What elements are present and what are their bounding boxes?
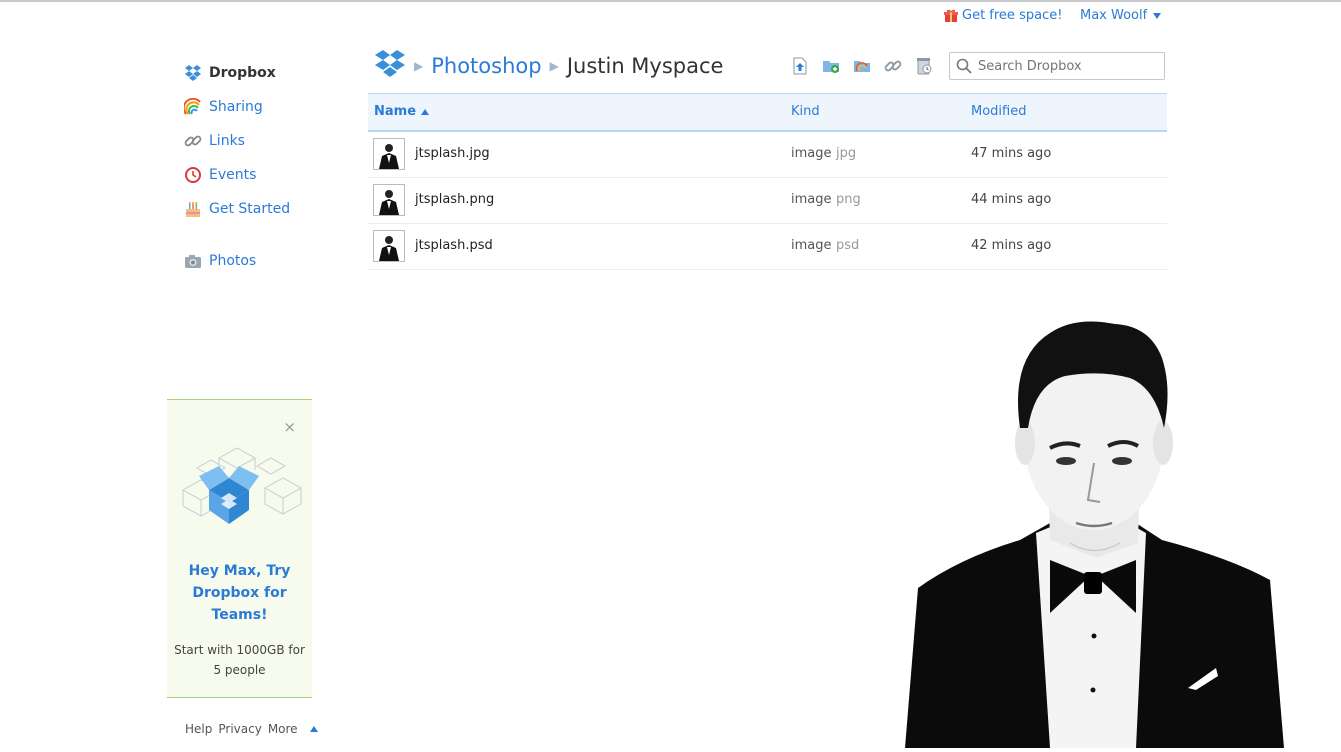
search-input[interactable] [976, 57, 1160, 75]
sidebar-item-label: Links [209, 133, 245, 149]
sidebar-item-label: Photos [209, 253, 257, 269]
search-box[interactable] [949, 52, 1165, 80]
sort-ascending-icon [421, 108, 430, 115]
file-extension: psd [836, 238, 860, 253]
sidebar: Dropbox Sharing Links Events Get Started… [182, 56, 334, 278]
file-thumbnail [373, 138, 405, 170]
get-link-icon[interactable] [884, 57, 902, 75]
shared-folder-icon[interactable] [853, 57, 871, 75]
table-header: Name Kind Modified [368, 93, 1167, 132]
breadcrumb-parent[interactable]: Photoshop [431, 54, 541, 78]
dropbox-boxes-illustration [179, 444, 303, 532]
teams-promo: × Hey Max, Try Dropbox for Teams! Start … [167, 399, 312, 698]
chevron-up-icon[interactable] [309, 726, 318, 732]
sidebar-item-links[interactable]: Links [184, 124, 334, 158]
sidebar-item-label: Get Started [209, 201, 291, 217]
sidebar-item-dropbox[interactable]: Dropbox [184, 56, 334, 90]
chevron-right-icon: ▶ [414, 59, 424, 73]
clock-icon [184, 166, 202, 184]
rainbow-icon [182, 97, 202, 116]
search-icon [956, 58, 972, 74]
cake-icon [184, 200, 202, 218]
file-modified: 47 mins ago [971, 146, 1052, 161]
column-header-kind[interactable]: Kind [791, 104, 820, 119]
column-header-name-label: Name [374, 104, 417, 119]
breadcrumb: ▶ Photoshop ▶ Justin Myspace [374, 50, 723, 82]
user-name: Max Woolf [1080, 8, 1148, 23]
gift-icon [944, 9, 958, 23]
file-name[interactable]: jtsplash.jpg [415, 146, 490, 161]
sidebar-item-label: Sharing [209, 99, 263, 115]
new-folder-icon[interactable] [822, 57, 840, 75]
promo-headline[interactable]: Hey Max, Try Dropbox for Teams! [177, 560, 302, 626]
file-name[interactable]: jtsplash.psd [415, 238, 493, 253]
file-modified: 44 mins ago [971, 192, 1052, 207]
file-kind: image [791, 192, 832, 207]
sidebar-item-events[interactable]: Events [184, 158, 334, 192]
column-header-modified[interactable]: Modified [971, 104, 1026, 119]
file-list: Name Kind Modified jtsplash.jpg image jp… [368, 93, 1167, 270]
file-name[interactable]: jtsplash.png [415, 192, 494, 207]
file-thumbnail [373, 230, 405, 262]
breadcrumb-current: Justin Myspace [566, 54, 724, 78]
chevron-right-icon: ▶ [549, 59, 559, 73]
table-row[interactable]: jtsplash.psd image psd 42 mins ago [368, 224, 1167, 270]
sidebar-item-get-started[interactable]: Get Started [184, 192, 334, 226]
top-border [0, 0, 1341, 2]
portrait-image [900, 318, 1290, 748]
footer: Help Privacy More [185, 722, 318, 736]
upload-icon[interactable] [791, 57, 809, 75]
get-free-space-link[interactable]: Get free space! [944, 8, 1062, 23]
sidebar-item-photos[interactable]: Photos [184, 244, 334, 278]
footer-privacy-link[interactable]: Privacy [218, 722, 261, 736]
file-kind: image [791, 146, 832, 161]
footer-help-link[interactable]: Help [185, 722, 212, 736]
sidebar-item-label: Events [209, 167, 257, 183]
user-menu[interactable]: Max Woolf [1080, 8, 1162, 23]
get-free-space-label: Get free space! [962, 8, 1063, 23]
column-header-name[interactable]: Name [374, 104, 430, 119]
close-icon[interactable]: × [283, 418, 296, 436]
file-extension: jpg [836, 146, 857, 161]
sidebar-item-sharing[interactable]: Sharing [182, 90, 334, 124]
dropbox-icon [184, 64, 202, 82]
dropbox-home-icon[interactable] [374, 49, 406, 83]
file-extension: png [836, 192, 861, 207]
camera-icon [184, 252, 202, 270]
file-kind: image [791, 238, 832, 253]
chain-link-icon [184, 132, 202, 150]
promo-subtext: Start with 1000GB for 5 people [174, 643, 305, 677]
deleted-files-icon[interactable] [915, 57, 933, 75]
file-modified: 42 mins ago [971, 238, 1052, 253]
toolbar [791, 57, 933, 75]
table-row[interactable]: jtsplash.png image png 44 mins ago [368, 178, 1167, 224]
file-thumbnail [373, 184, 405, 216]
footer-more-link[interactable]: More [268, 722, 298, 736]
table-row[interactable]: jtsplash.jpg image jpg 47 mins ago [368, 132, 1167, 178]
sidebar-item-label: Dropbox [209, 65, 276, 81]
chevron-down-icon [1153, 12, 1162, 19]
